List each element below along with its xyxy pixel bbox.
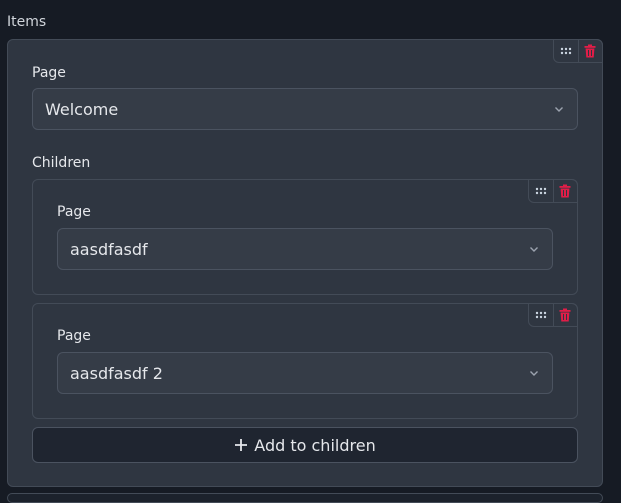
- drag-handle-button[interactable]: [529, 304, 553, 326]
- child-page-value: aasdfasdf 2: [70, 363, 163, 383]
- child-item-actions: [528, 303, 578, 327]
- trash-icon: [559, 184, 571, 198]
- page-select[interactable]: Welcome: [32, 88, 578, 130]
- add-to-children-button[interactable]: Add to children: [32, 427, 578, 463]
- trash-icon: [559, 308, 571, 322]
- child-page-select[interactable]: aasdfasdf 2: [57, 352, 553, 394]
- drag-handle-button[interactable]: [529, 180, 553, 202]
- child-page-label: Page: [57, 328, 91, 344]
- add-to-children-label: Add to children: [254, 435, 376, 455]
- child-item: Page aasdfasdf 2: [32, 303, 578, 419]
- child-page-label: Page: [57, 204, 91, 220]
- trash-icon: [584, 44, 596, 58]
- delete-child-button[interactable]: [552, 180, 578, 202]
- child-item-actions: [528, 179, 578, 203]
- drag-handle-icon: [560, 47, 571, 55]
- page-field-label: Page: [32, 65, 66, 81]
- items-section-label: Items: [7, 14, 47, 30]
- item-actions: [553, 39, 603, 63]
- drag-handle-icon: [535, 187, 546, 195]
- children-label: Children: [32, 155, 91, 171]
- drag-handle-icon: [535, 311, 546, 319]
- page-select-value: Welcome: [45, 99, 119, 119]
- next-repeater-item-edge: [7, 493, 603, 503]
- drag-handle-button[interactable]: [554, 40, 578, 62]
- delete-item-button[interactable]: [577, 40, 603, 62]
- chevron-down-icon: [555, 107, 563, 112]
- delete-child-button[interactable]: [552, 304, 578, 326]
- repeater-item: Page Welcome Children Page aasdfasdf Pag…: [7, 39, 603, 487]
- child-item: Page aasdfasdf: [32, 179, 578, 295]
- chevron-down-icon: [530, 371, 538, 376]
- chevron-down-icon: [530, 247, 538, 252]
- plus-icon: [235, 439, 248, 451]
- child-page-value: aasdfasdf: [70, 239, 148, 259]
- child-page-select[interactable]: aasdfasdf: [57, 228, 553, 270]
